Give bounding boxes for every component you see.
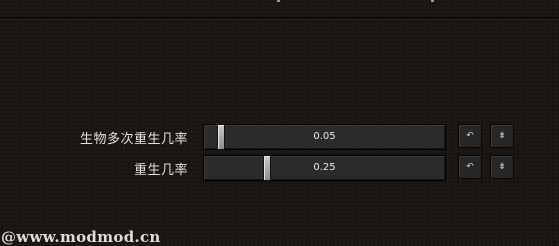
undo-button[interactable]: ↶ bbox=[458, 124, 482, 148]
undo-icon: ↶ bbox=[466, 162, 474, 172]
setting-label: 重生几率 bbox=[133, 163, 188, 178]
header-divider bbox=[0, 17, 559, 20]
top-text-fragment bbox=[277, 0, 280, 2]
respawn-chance-slider[interactable]: 0.25 bbox=[203, 155, 446, 181]
slider-value: 0.05 bbox=[313, 131, 336, 142]
undo-icon: ↶ bbox=[466, 131, 474, 141]
top-text-fragment bbox=[431, 0, 434, 2]
setting-row-respawn-chance: 重生几率 0.25 ↶ ⇟ bbox=[0, 155, 559, 181]
reset-default-button[interactable]: ⇟ bbox=[490, 124, 514, 148]
setting-row-mob-multi-respawn: 生物多次重生几率 0.05 ↶ ⇟ bbox=[0, 124, 559, 150]
slider-value: 0.25 bbox=[313, 162, 336, 173]
mob-multi-respawn-slider[interactable]: 0.05 bbox=[203, 124, 446, 150]
reset-default-icon: ⇟ bbox=[498, 162, 506, 172]
undo-button[interactable]: ↶ bbox=[458, 155, 482, 179]
watermark-text: @www.modmod.cn bbox=[1, 228, 161, 246]
setting-label: 生物多次重生几率 bbox=[79, 132, 188, 147]
reset-default-button[interactable]: ⇟ bbox=[490, 155, 514, 179]
reset-default-icon: ⇟ bbox=[498, 131, 506, 141]
top-bar-remnant bbox=[0, 0, 559, 8]
